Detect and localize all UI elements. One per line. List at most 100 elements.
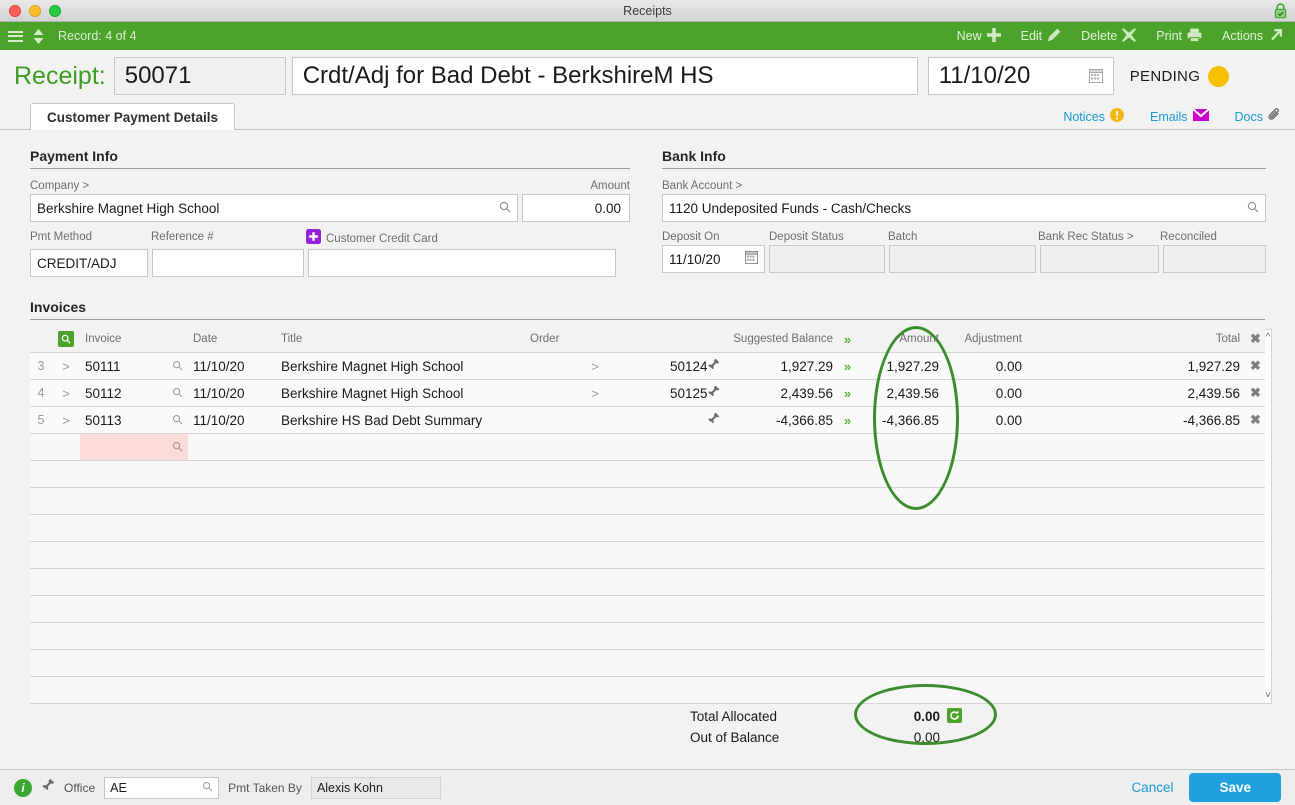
empty-row[interactable] bbox=[30, 460, 1265, 488]
new-invoice-row[interactable] bbox=[30, 433, 1265, 461]
order-expand-icon[interactable]: > bbox=[525, 379, 665, 407]
new-button[interactable]: New bbox=[957, 27, 1001, 45]
actions-button[interactable]: Actions bbox=[1222, 28, 1283, 45]
hamburger-menu-icon[interactable] bbox=[8, 30, 23, 42]
push-icon[interactable]: » bbox=[838, 406, 857, 434]
empty-row[interactable] bbox=[30, 568, 1265, 596]
empty-row[interactable] bbox=[30, 622, 1265, 650]
suggested-balance-header[interactable]: Suggested Balance bbox=[702, 329, 838, 353]
total-header[interactable]: Total bbox=[1027, 329, 1245, 353]
invoice-cell[interactable]: 50113 bbox=[80, 406, 188, 434]
amount-header[interactable]: Amount bbox=[857, 329, 944, 353]
pmt-taken-by-field[interactable]: Alexis Kohn bbox=[310, 776, 441, 799]
magnifier-icon[interactable] bbox=[499, 201, 511, 216]
date-header[interactable]: Date bbox=[188, 329, 276, 353]
pin-icon[interactable] bbox=[707, 358, 720, 374]
cancel-button[interactable]: Cancel bbox=[1131, 780, 1173, 795]
remove-row-icon[interactable]: ✖ bbox=[1245, 379, 1265, 407]
docs-link[interactable]: Docs bbox=[1235, 108, 1281, 125]
invoice-cell[interactable]: 50112 bbox=[80, 379, 188, 407]
deposit-on-field[interactable]: 11/10/20 bbox=[662, 245, 765, 273]
add-card-icon[interactable] bbox=[306, 229, 321, 249]
emails-link[interactable]: Emails bbox=[1150, 108, 1210, 125]
push-icon[interactable]: » bbox=[838, 352, 857, 380]
magnifier-icon[interactable] bbox=[172, 359, 183, 374]
empty-cell bbox=[30, 514, 1265, 542]
invoice-header[interactable]: Invoice bbox=[80, 329, 188, 353]
chevron-down-icon[interactable]: ˅ bbox=[1265, 690, 1271, 701]
receipt-date-field[interactable]: 11/10/20 bbox=[927, 57, 1114, 95]
delete-button[interactable]: Delete bbox=[1081, 27, 1137, 45]
magnifier-icon[interactable] bbox=[172, 413, 183, 428]
row-number: 4 bbox=[30, 379, 52, 407]
push-all-icon[interactable]: » bbox=[838, 329, 857, 353]
table-row[interactable]: 4 > 50112 11/10/20 Berkshire Magnet High… bbox=[30, 379, 1265, 407]
title-header[interactable]: Title bbox=[276, 329, 525, 353]
out-of-balance-label: Out of Balance bbox=[690, 730, 780, 745]
clear-all-icon[interactable]: ✖ bbox=[1245, 329, 1265, 353]
amount-cell[interactable]: 2,439.56 bbox=[857, 379, 944, 407]
order-header[interactable]: Order bbox=[525, 329, 702, 353]
credit-card-field[interactable] bbox=[308, 249, 616, 277]
empty-row[interactable] bbox=[30, 541, 1265, 569]
pin-icon[interactable] bbox=[41, 778, 55, 797]
invoice-cell[interactable]: 50111 bbox=[80, 352, 188, 380]
receipt-label: Receipt: bbox=[14, 61, 106, 90]
refresh-icon[interactable] bbox=[947, 707, 962, 726]
calendar-icon[interactable] bbox=[1088, 62, 1103, 90]
expand-row-icon[interactable]: > bbox=[52, 352, 80, 380]
bank-account-field[interactable]: 1120 Undeposited Funds - Cash/Checks bbox=[662, 194, 1266, 222]
chevron-up-icon[interactable]: ^ bbox=[1266, 332, 1271, 343]
grid-search-icon[interactable] bbox=[52, 329, 80, 353]
empty-row[interactable] bbox=[30, 487, 1265, 515]
order-expand-icon[interactable]: > bbox=[525, 352, 665, 380]
remove-row-icon[interactable]: ✖ bbox=[1245, 406, 1265, 434]
empty-row[interactable] bbox=[30, 595, 1265, 623]
deposit-status-field[interactable] bbox=[769, 245, 885, 273]
amount-field[interactable]: 0.00 bbox=[521, 194, 630, 222]
empty-row[interactable] bbox=[30, 649, 1265, 677]
adjustment-cell[interactable]: 0.00 bbox=[944, 352, 1027, 380]
magnifier-icon[interactable] bbox=[202, 781, 213, 795]
empty-row[interactable] bbox=[30, 514, 1265, 542]
batch-field[interactable] bbox=[889, 245, 1036, 273]
expand-row-icon[interactable]: > bbox=[52, 379, 80, 407]
reference-field[interactable] bbox=[152, 249, 304, 277]
remove-row-icon[interactable]: ✖ bbox=[1245, 352, 1265, 380]
adjustment-cell[interactable]: 0.00 bbox=[944, 379, 1027, 407]
receipt-number-field[interactable]: 50071 bbox=[113, 57, 286, 95]
new-invoice-input[interactable] bbox=[80, 433, 188, 461]
print-button[interactable]: Print bbox=[1156, 28, 1202, 45]
table-row[interactable]: 5 > 50113 11/10/20 Berkshire HS Bad Debt… bbox=[30, 406, 1265, 434]
push-icon[interactable]: » bbox=[838, 379, 857, 407]
office-field[interactable]: AE bbox=[104, 776, 220, 799]
payment-info-title: Payment Info bbox=[30, 148, 118, 164]
calendar-icon[interactable] bbox=[745, 251, 758, 267]
order-expand-icon[interactable] bbox=[525, 406, 665, 434]
title-cell: Berkshire HS Bad Debt Summary bbox=[276, 406, 525, 434]
pin-icon[interactable] bbox=[707, 412, 720, 428]
info-icon[interactable]: i bbox=[14, 778, 32, 797]
table-row[interactable]: 3 > 50111 11/10/20 Berkshire Magnet High… bbox=[30, 352, 1265, 380]
tab-customer-payment-details[interactable]: Customer Payment Details bbox=[30, 103, 236, 130]
magnifier-icon[interactable] bbox=[1247, 201, 1259, 216]
adjustment-cell[interactable]: 0.00 bbox=[944, 406, 1027, 434]
empty-row[interactable] bbox=[30, 676, 1265, 704]
adjustment-header[interactable]: Adjustment bbox=[944, 329, 1027, 353]
amount-cell[interactable]: 1,927.29 bbox=[857, 352, 944, 380]
magnifier-icon[interactable] bbox=[172, 440, 183, 455]
table-scrollbar[interactable]: ^ ˅ bbox=[1265, 329, 1272, 704]
record-stepper-icon[interactable] bbox=[32, 28, 45, 45]
notices-link[interactable]: Notices bbox=[1063, 108, 1124, 125]
amount-cell[interactable]: -4,366.85 bbox=[857, 406, 944, 434]
bank-rec-status-field[interactable] bbox=[1040, 245, 1159, 273]
expand-row-icon[interactable]: > bbox=[52, 406, 80, 434]
reconciled-field[interactable] bbox=[1163, 245, 1266, 273]
save-button[interactable]: Save bbox=[1189, 773, 1281, 802]
pin-icon[interactable] bbox=[707, 385, 720, 401]
edit-button[interactable]: Edit bbox=[1021, 28, 1062, 45]
pmt-method-field[interactable]: CREDIT/ADJ bbox=[30, 249, 148, 277]
company-field[interactable]: Berkshire Magnet High School bbox=[30, 194, 518, 222]
magnifier-icon[interactable] bbox=[172, 386, 183, 401]
receipt-title-field[interactable]: Crdt/Adj for Bad Debt - BerkshireM HS bbox=[291, 57, 918, 95]
